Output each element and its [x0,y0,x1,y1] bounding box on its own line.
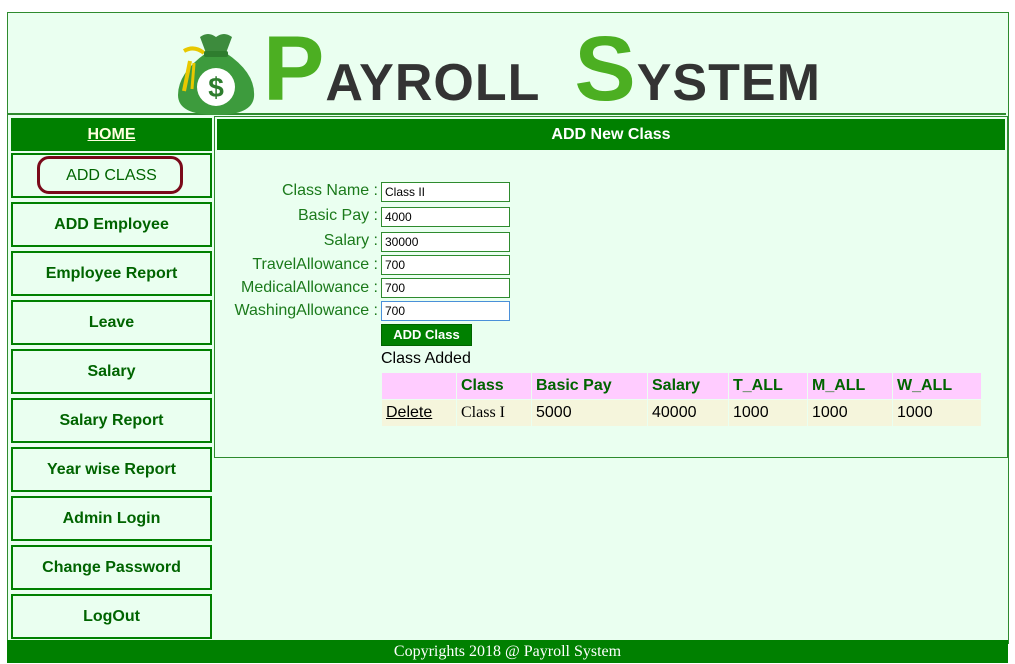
sidebar-item-label: Salary Report [59,411,164,429]
form-row-basic-pay: Basic Pay : [215,205,378,227]
sidebar-item-label: Leave [88,313,135,331]
sidebar-item-label: Year wise Report [47,460,176,478]
title-s-cap: S [574,18,637,120]
sidebar-item-admin-login[interactable]: Admin Login [11,496,212,541]
table-cell-w-all: 1000 [893,400,981,426]
class-name-label: Class Name : [281,182,378,199]
salary-label: Salary : [323,232,378,249]
main-panel: ADD New Class Class Name : Basic Pay : S… [214,116,1008,458]
table-cell-basic-pay: 5000 [532,400,647,426]
sidebar-item-logout[interactable]: LogOut [11,594,212,639]
travel-allowance-input[interactable] [381,255,510,275]
table-header: Salary [648,373,728,399]
title-s-rest: YSTEM [636,54,821,112]
washing-allowance-input[interactable] [381,301,510,321]
page-title: ADD New Class [217,119,1005,150]
sidebar-item-salary[interactable]: Salary [11,349,212,394]
home-link[interactable]: HOME [88,126,136,143]
footer: Copyrights 2018 @ Payroll System [7,640,1008,663]
table-cell-m-all: 1000 [808,400,892,426]
table-cell-salary: 40000 [648,400,728,426]
money-bag-icon: $ [178,34,255,115]
svg-text:$: $ [208,72,224,103]
medical-allowance-input[interactable] [381,278,510,298]
title-p-cap: P [263,18,326,120]
form-row-medical-allowance: MedicalAllowance : [215,277,378,299]
active-item-highlight [37,156,183,194]
app-title: PAYROLL SYSTEM [263,19,821,119]
table-header: T_ALL [729,373,807,399]
sidebar-item-label: ADD Employee [54,215,169,233]
sidebar-home-cell: HOME [11,118,212,151]
sidebar-item-label: Admin Login [62,509,161,527]
table-row: Delete Class I 5000 40000 1000 1000 1000 [382,400,981,426]
delete-link[interactable]: Delete [386,404,432,421]
table-header: W_ALL [893,373,981,399]
sidebar-item-change-password[interactable]: Change Password [11,545,212,590]
class-table: Class Basic Pay Salary T_ALL M_ALL W_ALL… [381,372,982,427]
table-header: Basic Pay [532,373,647,399]
add-class-button[interactable]: ADD Class [381,324,472,346]
sidebar-item-label: Salary [87,362,136,380]
table-cell-action: Delete [382,400,456,426]
table-cell-t-all: 1000 [729,400,807,426]
form-row-washing-allowance: WashingAllowance : [215,300,378,322]
medical-allowance-label: MedicalAllowance : [241,279,378,296]
sidebar-item-label: LogOut [83,607,140,625]
sidebar-item-year-wise-report[interactable]: Year wise Report [11,447,212,492]
title-p-rest: AYROLL [325,54,541,112]
table-header-row: Class Basic Pay Salary T_ALL M_ALL W_ALL [382,373,981,399]
basic-pay-input[interactable] [381,207,510,227]
table-header: M_ALL [808,373,892,399]
salary-input[interactable] [381,232,510,252]
form-row-class-name: Class Name : [215,180,378,202]
form-row-salary: Salary : [215,230,378,252]
sidebar-item-salary-report[interactable]: Salary Report [11,398,212,443]
header-banner: $ PAYROLL SYSTEM [8,13,1006,119]
table-cell-class: Class I [457,400,531,426]
washing-allowance-label: WashingAllowance : [234,302,378,319]
sidebar-item-label: Employee Report [45,264,178,282]
basic-pay-label: Basic Pay : [297,207,378,224]
form-row-travel-allowance: TravelAllowance : [215,254,378,276]
travel-allowance-label: TravelAllowance : [252,256,378,273]
table-header: Class [457,373,531,399]
status-message: Class Added [381,350,471,367]
table-header [382,373,456,399]
class-name-input[interactable] [381,182,510,202]
sidebar-item-label: Change Password [42,558,181,576]
